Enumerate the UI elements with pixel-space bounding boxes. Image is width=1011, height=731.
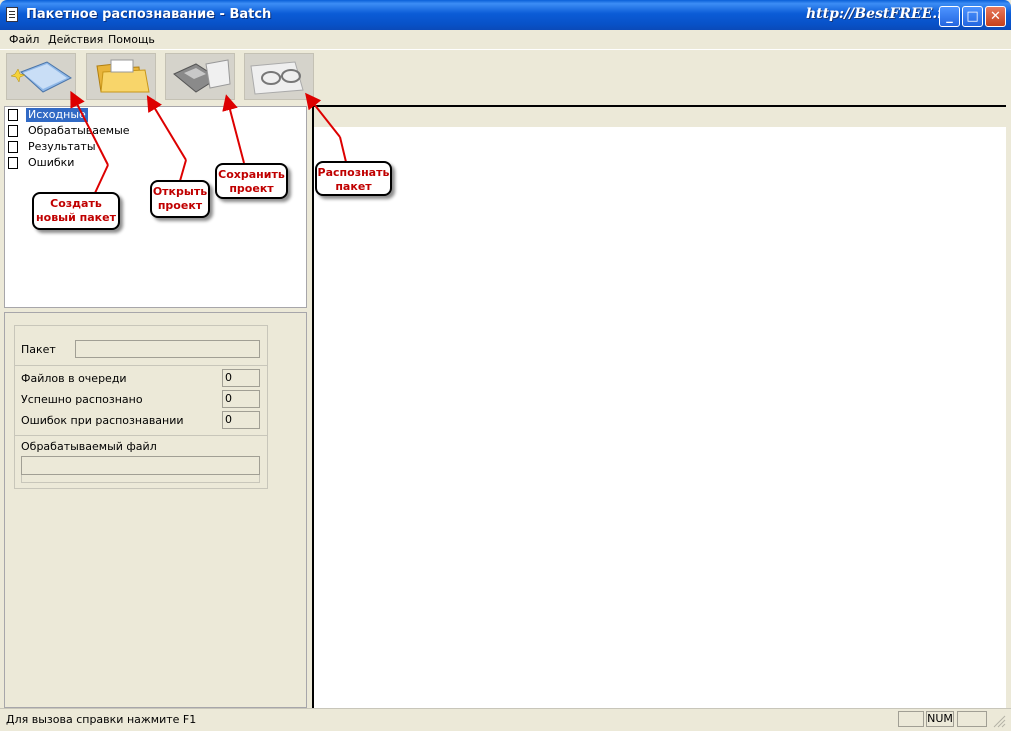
packet-field: [75, 340, 260, 358]
success-value: 0: [222, 390, 260, 408]
watermark-text: http://BestFREE.ru: [806, 6, 955, 22]
errors-icon: [8, 157, 18, 169]
window-title: Пакетное распознавание - Batch: [26, 7, 272, 22]
maximize-icon: □: [966, 9, 979, 24]
current-file-field: [21, 456, 260, 475]
menu-actions[interactable]: Действия: [48, 33, 103, 46]
app-icon: [6, 7, 18, 22]
divider: [15, 365, 267, 366]
view-header: [314, 107, 1006, 127]
packet-label: Пакет: [21, 343, 56, 356]
tree-item-label: Результаты: [28, 140, 96, 153]
status-panel-num: NUM: [926, 711, 954, 727]
tree-item-label: Обрабатываемые: [28, 124, 130, 137]
success-label: Успешно распознано: [21, 393, 143, 406]
callout-save-project: Сохранить проект: [215, 163, 288, 199]
callout-create-batch: Создать новый пакет: [32, 192, 120, 230]
divider: [15, 435, 267, 436]
new-batch-button[interactable]: [6, 53, 76, 100]
close-button[interactable]: ✕: [985, 6, 1006, 27]
errors-value: 0: [222, 411, 260, 429]
recognize-batch-button[interactable]: [244, 53, 314, 100]
callout-open-project: Открыть проект: [150, 180, 210, 218]
callout-recognize-batch: Распознать пакет: [315, 161, 392, 196]
tree-item-label: Ошибки: [28, 156, 75, 169]
save-disk-icon: [173, 59, 231, 93]
minimize-button[interactable]: _: [939, 6, 960, 27]
open-folder-icon: [96, 59, 150, 93]
status-text: Для вызова справки нажмите F1: [6, 713, 197, 726]
close-icon: ✕: [990, 9, 1001, 24]
tree-item-label: Исходные: [26, 108, 88, 122]
maximize-button[interactable]: □: [962, 6, 983, 27]
recognize-glasses-icon: [250, 61, 304, 95]
minimize-icon: _: [946, 9, 953, 24]
resize-grip-icon[interactable]: [992, 714, 1006, 728]
menu-help[interactable]: Помощь: [108, 33, 155, 46]
files-in-queue-value: 0: [222, 369, 260, 387]
progress-bar: [21, 475, 260, 483]
new-batch-icon: [10, 61, 72, 93]
errors-label: Ошибок при распознавании: [21, 414, 184, 427]
results-icon: [8, 141, 18, 153]
menu-file[interactable]: Файл: [9, 33, 39, 46]
files-in-queue-label: Файлов в очереди: [21, 372, 127, 385]
processing-icon: [8, 125, 18, 137]
status-panel-scroll: [957, 711, 987, 727]
status-panel-caps: [898, 711, 924, 727]
current-file-label: Обрабатываемый файл: [21, 440, 157, 453]
open-project-button[interactable]: [86, 53, 156, 100]
save-project-button[interactable]: [165, 53, 235, 100]
document-icon: [8, 109, 18, 121]
document-view[interactable]: [312, 105, 1006, 708]
